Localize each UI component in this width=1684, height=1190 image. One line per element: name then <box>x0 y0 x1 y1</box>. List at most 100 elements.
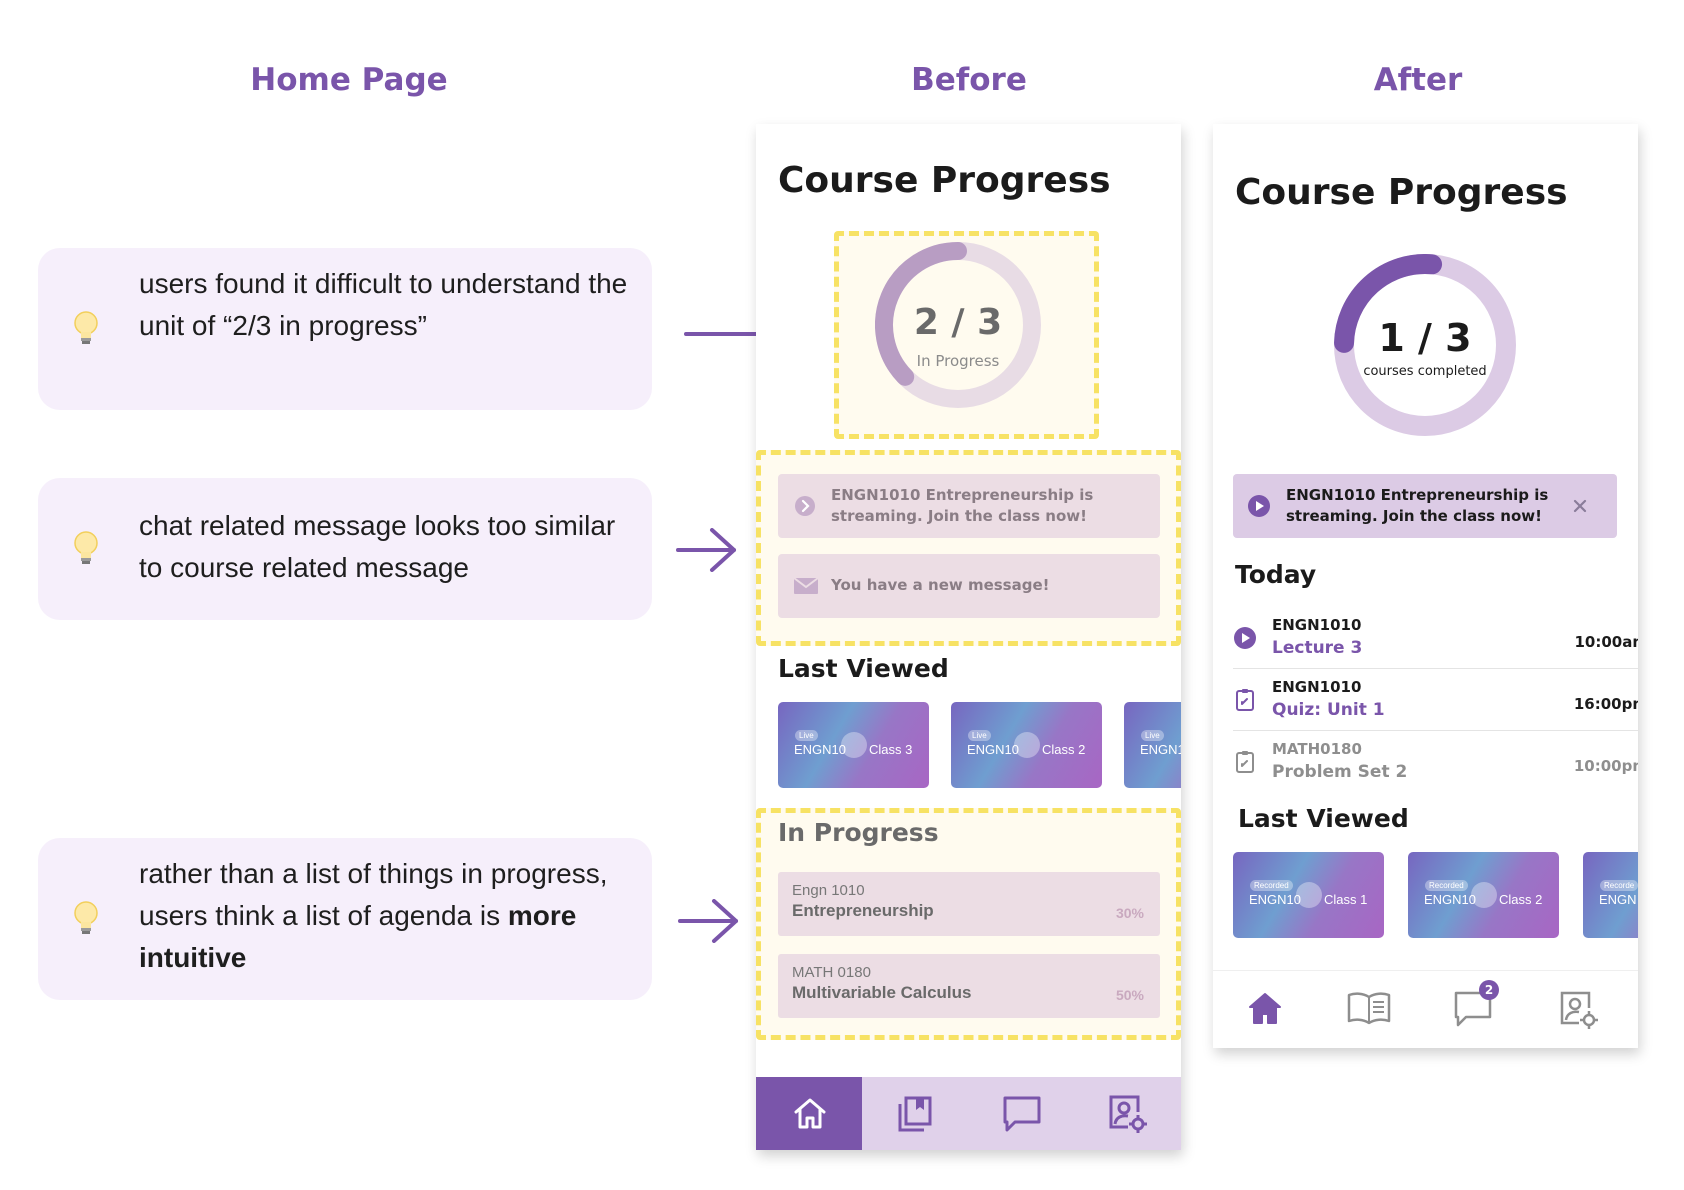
page-title: Course Progress <box>778 160 1111 201</box>
profile-settings-icon <box>1560 991 1598 1029</box>
insight-text: chat related message looks too similar t… <box>139 510 616 583</box>
recorded-badge: Recorde <box>1600 880 1638 891</box>
progress-value: 2 / 3 <box>913 302 1003 343</box>
last-viewed-card[interactable]: Live ENGN10 Class 2 <box>951 702 1102 788</box>
in-progress-item[interactable]: MATH 0180 Multivariable Calculus 50% <box>778 954 1160 1018</box>
card-course-code: ENGN10 <box>794 742 847 757</box>
profile-settings-icon <box>1109 1095 1147 1133</box>
card-course-code: ENGN10 <box>967 742 1020 757</box>
envelope-icon <box>793 577 819 594</box>
agenda-item-name: Problem Set 2 <box>1272 762 1408 782</box>
live-badge: Live <box>795 730 818 741</box>
home-icon <box>794 1098 826 1129</box>
stream-banner-text: ENGN1010 Entrepreneurship is streaming. … <box>1286 486 1549 525</box>
progress-label: courses completed <box>1363 364 1487 379</box>
agenda-course-code: ENGN1010 <box>1272 678 1362 696</box>
book-icon <box>1347 992 1391 1025</box>
library-icon <box>898 1096 932 1132</box>
section-title-today: Today <box>1235 560 1317 589</box>
before-phone-screen: Course Progress 2 / 3 In Progress ENGN10… <box>756 124 1181 1150</box>
live-badge: Live <box>1141 730 1164 741</box>
card-course-code: ENGN10 <box>1249 892 1302 907</box>
course-code: Engn 1010 <box>792 882 865 899</box>
agenda-item-name: Lecture 3 <box>1272 638 1363 658</box>
last-viewed-card[interactable]: Live ENGN10 Class 3 <box>778 702 929 788</box>
agenda-course-code: MATH0180 <box>1272 740 1362 758</box>
lightbulb-icon <box>74 311 98 344</box>
assignment-icon <box>1236 751 1254 773</box>
page-title: Course Progress <box>1235 172 1568 213</box>
section-title-last-viewed: Last Viewed <box>1238 804 1409 833</box>
course-code: MATH 0180 <box>792 964 871 981</box>
play-icon <box>1248 495 1270 517</box>
nav-profile-tab[interactable] <box>1074 1077 1181 1150</box>
nav-home-tab[interactable] <box>756 1077 862 1150</box>
progress-label: In Progress <box>916 352 1000 370</box>
lightbulb-icon <box>74 531 98 564</box>
after-phone-screen: Course Progress 1 / 3 courses completed … <box>1213 124 1638 1048</box>
recorded-badge: Recorded <box>1425 880 1468 891</box>
insight-text: users found it difficult to understand t… <box>139 268 628 341</box>
course-name: Entrepreneurship <box>792 901 934 920</box>
play-icon <box>1471 882 1497 908</box>
card-course-code: ENGN10 <box>1424 892 1477 907</box>
play-icon <box>841 732 867 758</box>
play-icon <box>1014 732 1040 758</box>
agenda-time: 10:00am <box>1574 633 1639 651</box>
quiz-icon <box>1236 689 1254 711</box>
last-viewed-card[interactable]: Live ENGN1 <box>1124 702 1181 788</box>
chevron-right-icon <box>795 496 815 516</box>
insight-card-agenda: rather than a list of things in progress… <box>38 838 652 1000</box>
insight-text: rather than a list of things in progress… <box>139 853 632 979</box>
agenda-item[interactable]: ENGN1010 Quiz: Unit 1 16:00pm <box>1233 672 1638 731</box>
lightbulb-icon <box>74 901 98 934</box>
course-name: Multivariable Calculus <box>792 983 972 1002</box>
stream-banner[interactable]: ENGN1010 Entrepreneurship is streaming. … <box>1233 474 1617 538</box>
section-title-last-viewed: Last Viewed <box>778 654 949 683</box>
stream-banner-text: ENGN1010 Entrepreneurship is streaming. … <box>831 486 1094 525</box>
last-viewed-card[interactable]: Recorde ENGN <box>1583 852 1638 938</box>
agenda-time: 16:00pm <box>1573 695 1638 713</box>
play-icon <box>1296 882 1322 908</box>
insight-card-chat-message: chat related message looks too similar t… <box>38 478 652 620</box>
agenda-item[interactable]: MATH0180 Problem Set 2 10:00pm <box>1233 734 1638 792</box>
progress-value: 1 / 3 <box>1378 316 1472 360</box>
in-progress-item[interactable]: Engn 1010 Entrepreneurship 30% <box>778 872 1160 936</box>
column-title-before: Before <box>911 62 1027 98</box>
card-class-label: Class 1 <box>1324 892 1368 907</box>
arrow-right-icon <box>678 899 738 943</box>
nav-library-tab[interactable] <box>862 1077 968 1150</box>
card-course-code: ENGN1 <box>1140 742 1181 757</box>
live-badge: Live <box>968 730 991 741</box>
section-title-in-progress: In Progress <box>778 818 939 847</box>
last-viewed-card[interactable]: Recorded ENGN10 Class 1 <box>1233 852 1384 938</box>
column-title-after: After <box>1373 62 1463 98</box>
card-course-code: ENGN <box>1599 892 1637 907</box>
close-icon[interactable] <box>1573 499 1587 513</box>
nav-chat-tab[interactable] <box>968 1077 1074 1150</box>
agenda-course-code: ENGN1010 <box>1272 616 1362 634</box>
arrow-right-icon <box>676 528 736 572</box>
recorded-badge: Recorded <box>1250 880 1293 891</box>
message-banner-text: You have a new message! <box>831 576 1050 594</box>
card-class-label: Class 3 <box>869 742 913 757</box>
nav-chat-tab[interactable]: 2 <box>1441 976 1511 1042</box>
course-percent: 50% <box>1115 987 1144 1003</box>
agenda-item[interactable]: ENGN1010 Lecture 3 10:00am <box>1233 610 1638 669</box>
card-class-label: Class 2 <box>1042 742 1086 757</box>
agenda-time: 10:00pm <box>1573 757 1638 775</box>
agenda-item-name: Quiz: Unit 1 <box>1272 700 1385 720</box>
chat-badge: 2 <box>1479 980 1499 1000</box>
course-percent: 30% <box>1115 905 1144 921</box>
column-title-home: Home Page <box>250 62 448 98</box>
nav-book-tab[interactable] <box>1337 976 1403 1042</box>
home-icon <box>1249 993 1281 1024</box>
insight-card-progress-unit: users found it difficult to understand t… <box>38 248 652 410</box>
last-viewed-card[interactable]: Recorded ENGN10 Class 2 <box>1408 852 1559 938</box>
stream-banner[interactable]: ENGN1010 Entrepreneurship is streaming. … <box>778 474 1160 538</box>
nav-home-tab[interactable] <box>1233 976 1299 1042</box>
message-banner[interactable]: You have a new message! <box>778 554 1160 618</box>
nav-profile-tab[interactable] <box>1547 976 1613 1042</box>
play-icon <box>1234 627 1256 649</box>
card-class-label: Class 2 <box>1499 892 1543 907</box>
